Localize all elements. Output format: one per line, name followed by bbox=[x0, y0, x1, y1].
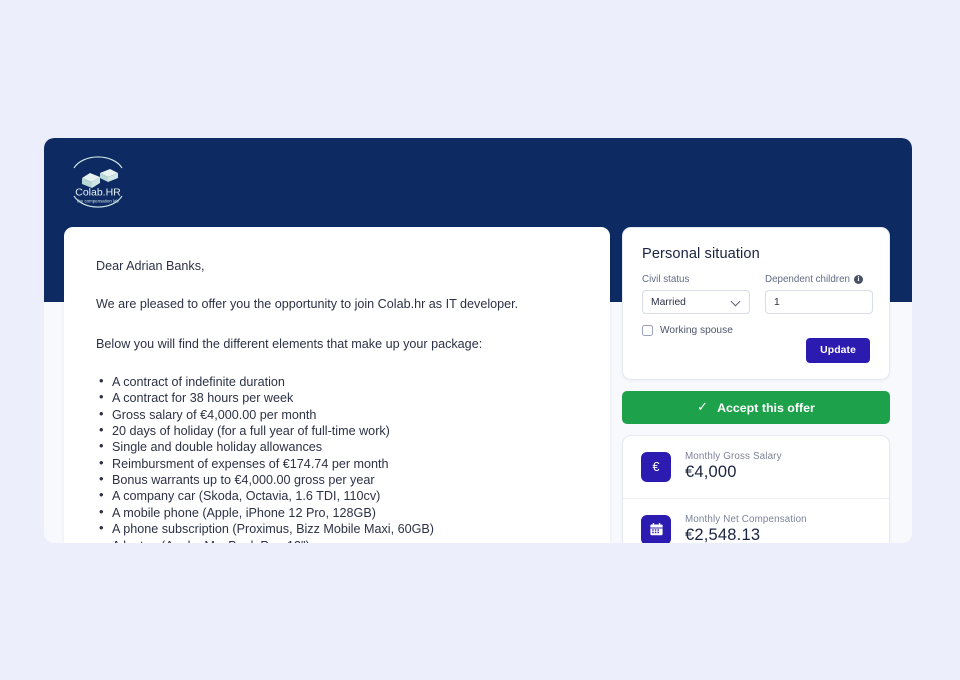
civil-status-field: Civil status Married bbox=[642, 274, 750, 314]
working-spouse-label: Working spouse bbox=[660, 325, 733, 336]
letter-greeting: Dear Adrian Banks, bbox=[96, 259, 205, 273]
personal-situation-fields: Civil status Married Dependent children … bbox=[642, 274, 873, 314]
dependent-children-input[interactable] bbox=[765, 290, 873, 314]
info-icon[interactable]: i bbox=[853, 275, 863, 284]
list-item: Single and double holiday allowances bbox=[96, 439, 578, 455]
summary-value: €2,548.13 bbox=[685, 526, 761, 543]
calendar-icon bbox=[641, 514, 671, 543]
side-panel: Personal situation Civil status Married … bbox=[622, 227, 890, 543]
summary-text-gross-salary: Monthly Gross Salary €4,000 bbox=[685, 451, 782, 482]
colab-hr-logo: Colab.HR the compensation lab bbox=[66, 152, 130, 208]
personal-situation-card: Personal situation Civil status Married … bbox=[622, 227, 890, 380]
list-item: Reimbursment of expenses of €174.74 per … bbox=[96, 456, 578, 472]
letter-lead-in: Below you will find the different elemen… bbox=[96, 336, 483, 351]
calendar-icon-glyph bbox=[649, 522, 663, 536]
civil-status-select[interactable]: Married bbox=[642, 290, 750, 314]
accept-offer-label: Accept this offer bbox=[717, 400, 815, 415]
letter-intro: We are pleased to offer you the opportun… bbox=[96, 297, 519, 312]
list-item: A phone subscription (Proximus, Bizz Mob… bbox=[96, 521, 578, 537]
list-item: A mobile phone (Apple, iPhone 12 Pro, 12… bbox=[96, 505, 578, 521]
summary-text-net-compensation: Monthly Net Compensation €2,548.13 bbox=[685, 514, 807, 543]
list-item: A contract of indefinite duration bbox=[96, 374, 578, 390]
package-items-list: A contract of indefinite duration A cont… bbox=[96, 374, 578, 543]
offer-app-window: Colab.HR the compensation lab Dear Adria… bbox=[44, 138, 912, 543]
checkbox-box-icon bbox=[642, 325, 653, 336]
3d-blocks-icon: Colab.HR the compensation lab bbox=[73, 156, 123, 208]
euro-icon: € bbox=[641, 451, 671, 482]
logo-tagline: the compensation lab bbox=[77, 199, 119, 204]
summary-label: Monthly Gross Salary bbox=[685, 451, 782, 462]
accept-offer-button[interactable]: ✓ Accept this offer bbox=[622, 391, 890, 424]
summary-label: Monthly Net Compensation bbox=[685, 514, 807, 525]
chevron-down-icon bbox=[732, 297, 741, 306]
list-item: A contract for 38 hours per week bbox=[96, 390, 578, 406]
civil-status-value: Married bbox=[651, 296, 686, 308]
letter-body: Dear Adrian Banks, We are pleased to off… bbox=[96, 257, 578, 543]
list-item: Bonus warrants up to €4,000.00 gross per… bbox=[96, 472, 578, 488]
list-item: 20 days of holiday (for a full year of f… bbox=[96, 423, 578, 439]
list-item: Gross salary of €4,000.00 per month bbox=[96, 407, 578, 423]
dependent-children-label-text: Dependent children bbox=[765, 274, 850, 285]
summary-row-net-compensation: Monthly Net Compensation €2,548.13 bbox=[623, 498, 889, 543]
personal-situation-title: Personal situation bbox=[642, 246, 760, 262]
list-item: A laptop (Apple, MacBook Pro, 13") bbox=[96, 538, 578, 543]
summary-row-gross-salary: € Monthly Gross Salary €4,000 bbox=[623, 436, 889, 498]
update-button[interactable]: Update bbox=[806, 338, 870, 363]
euro-icon-glyph: € bbox=[652, 459, 660, 474]
dependent-children-label: Dependent children i bbox=[765, 274, 870, 285]
summary-cards: € Monthly Gross Salary €4,000 Monthly Ne… bbox=[622, 435, 890, 543]
working-spouse-checkbox[interactable]: Working spouse bbox=[642, 325, 870, 336]
civil-status-label: Civil status bbox=[642, 274, 690, 285]
logo-wordmark: Colab.HR bbox=[75, 187, 121, 199]
check-icon: ✓ bbox=[697, 399, 709, 414]
summary-value: €4,000 bbox=[685, 463, 737, 481]
offer-letter-card: Dear Adrian Banks, We are pleased to off… bbox=[64, 227, 610, 543]
dependent-children-field: Dependent children i bbox=[765, 274, 873, 314]
list-item: A company car (Skoda, Octavia, 1.6 TDI, … bbox=[96, 488, 578, 504]
